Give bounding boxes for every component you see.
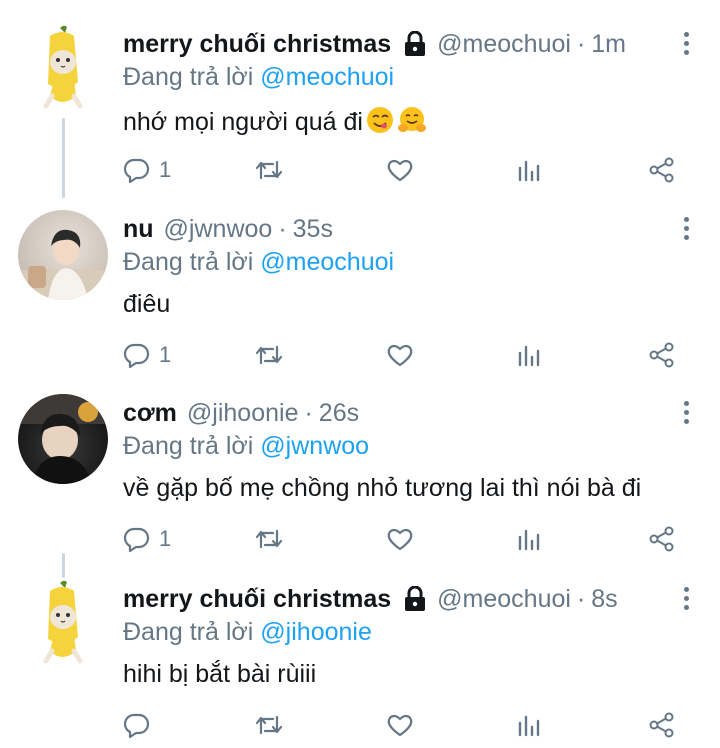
share-icon	[649, 342, 674, 368]
reply-count: 1	[159, 342, 172, 367]
tweet-actions: 1	[123, 524, 693, 554]
handle[interactable]: @meochuoi	[437, 585, 571, 614]
analytics-button[interactable]	[516, 524, 542, 554]
timestamp[interactable]: 8s	[591, 585, 617, 614]
avatar[interactable]	[18, 394, 108, 484]
retweet-icon	[255, 529, 283, 549]
reply-icon	[123, 527, 150, 553]
avatar[interactable]	[18, 210, 108, 300]
hugging-face-emoji-icon	[397, 105, 427, 135]
handle[interactable]: @jihoonie	[187, 399, 299, 428]
retweet-button[interactable]	[254, 155, 284, 185]
reply-button[interactable]	[123, 710, 151, 740]
replying-to-link[interactable]: @jihoonie	[260, 618, 372, 646]
reply-button[interactable]: 1	[123, 524, 171, 554]
analytics-icon	[518, 345, 540, 367]
reply-count: 1	[159, 526, 172, 551]
more-options-icon[interactable]	[682, 587, 690, 611]
reply-button[interactable]: 1	[123, 340, 171, 370]
like-button[interactable]	[386, 340, 414, 370]
handle[interactable]: @meochuoi	[437, 30, 571, 59]
tweet-text: nhớ mọi người quá đi	[123, 105, 720, 139]
more-options-icon[interactable]	[682, 217, 690, 241]
replying-to-label: Đang trả lời	[123, 248, 254, 276]
more-options-icon[interactable]	[682, 401, 690, 425]
share-icon	[649, 526, 674, 552]
retweet-icon	[255, 715, 283, 735]
share-button[interactable]	[648, 710, 676, 740]
tweet-text: điêu	[123, 290, 171, 318]
display-name[interactable]: merry chuối christmas	[123, 30, 391, 59]
retweet-button[interactable]	[254, 710, 284, 740]
share-button[interactable]	[648, 340, 676, 370]
analytics-icon	[518, 715, 540, 737]
display-name[interactable]: merry chuối christmas	[123, 585, 391, 614]
more-options-icon[interactable]	[682, 32, 690, 56]
reply-icon	[123, 343, 150, 369]
handle[interactable]: @jwnwoo	[164, 215, 273, 244]
replying-to: Đang trả lời @meochuoi	[123, 63, 720, 95]
timestamp[interactable]: 26s	[319, 399, 359, 428]
avatar[interactable]	[34, 577, 90, 669]
retweet-button[interactable]	[254, 340, 284, 370]
tweet-actions: 1	[123, 155, 693, 185]
like-button[interactable]	[386, 524, 414, 554]
reply-count: 1	[159, 157, 172, 182]
tweet-text-body: nhớ mọi người quá đi	[123, 108, 363, 136]
share-button[interactable]	[648, 524, 676, 554]
analytics-button[interactable]	[516, 710, 542, 740]
replying-to: Đang trả lời @jihoonie	[123, 618, 720, 650]
reply-icon	[123, 158, 150, 184]
heart-icon	[387, 344, 413, 367]
retweet-button[interactable]	[254, 524, 284, 554]
share-icon	[649, 712, 674, 738]
separator: ·	[576, 584, 586, 613]
replying-to-label: Đang trả lời	[123, 432, 254, 460]
yum-face-emoji-icon	[365, 105, 395, 135]
share-icon	[649, 157, 674, 183]
tweet[interactable]: cơm @jihoonie · 26s Đang trả lời @jwnwoo…	[0, 369, 720, 554]
tweet[interactable]: merry chuối christmas @meochuoi · 1m Đan…	[0, 0, 720, 185]
heart-icon	[387, 159, 413, 182]
tweet-text: về gặp bố mẹ chồng nhỏ tương lai thì nói…	[123, 474, 642, 502]
display-name[interactable]: cơm	[123, 399, 177, 428]
analytics-icon	[518, 160, 540, 182]
tweet[interactable]: merry chuối christmas @meochuoi · 8s Đan…	[0, 555, 720, 740]
analytics-icon	[518, 529, 540, 551]
retweet-icon	[255, 160, 283, 180]
tweet[interactable]: nu @jwnwoo · 35s Đang trả lời @meochuoi …	[0, 185, 720, 370]
reply-button[interactable]: 1	[123, 155, 171, 185]
avatar[interactable]	[34, 22, 90, 114]
tweet-actions: 1	[123, 340, 693, 370]
like-button[interactable]	[386, 710, 414, 740]
share-button[interactable]	[648, 155, 676, 185]
replying-to-link[interactable]: @jwnwoo	[260, 432, 369, 460]
separator: ·	[576, 29, 586, 58]
replying-to-link[interactable]: @meochuoi	[260, 63, 394, 91]
replying-to-link[interactable]: @meochuoi	[260, 248, 394, 276]
replying-to-label: Đang trả lời	[123, 63, 254, 91]
lock-icon	[403, 586, 427, 612]
replying-to-label: Đang trả lời	[123, 618, 254, 646]
reply-icon	[123, 713, 150, 739]
replying-to: Đang trả lời @jwnwoo	[123, 432, 720, 464]
analytics-button[interactable]	[516, 155, 542, 185]
separator: ·	[304, 398, 313, 427]
retweet-icon	[255, 345, 283, 365]
replying-to: Đang trả lời @meochuoi	[123, 248, 720, 280]
timestamp[interactable]: 1m	[591, 30, 626, 59]
tweet-text: hihi bị bắt bài rùiii	[123, 660, 317, 688]
separator: ·	[278, 214, 287, 243]
analytics-button[interactable]	[516, 340, 542, 370]
heart-icon	[387, 714, 413, 737]
tweet-actions	[123, 710, 693, 740]
timestamp[interactable]: 35s	[293, 215, 333, 244]
heart-icon	[387, 528, 413, 551]
lock-icon	[403, 31, 427, 57]
like-button[interactable]	[386, 155, 414, 185]
display-name[interactable]: nu	[123, 215, 154, 244]
